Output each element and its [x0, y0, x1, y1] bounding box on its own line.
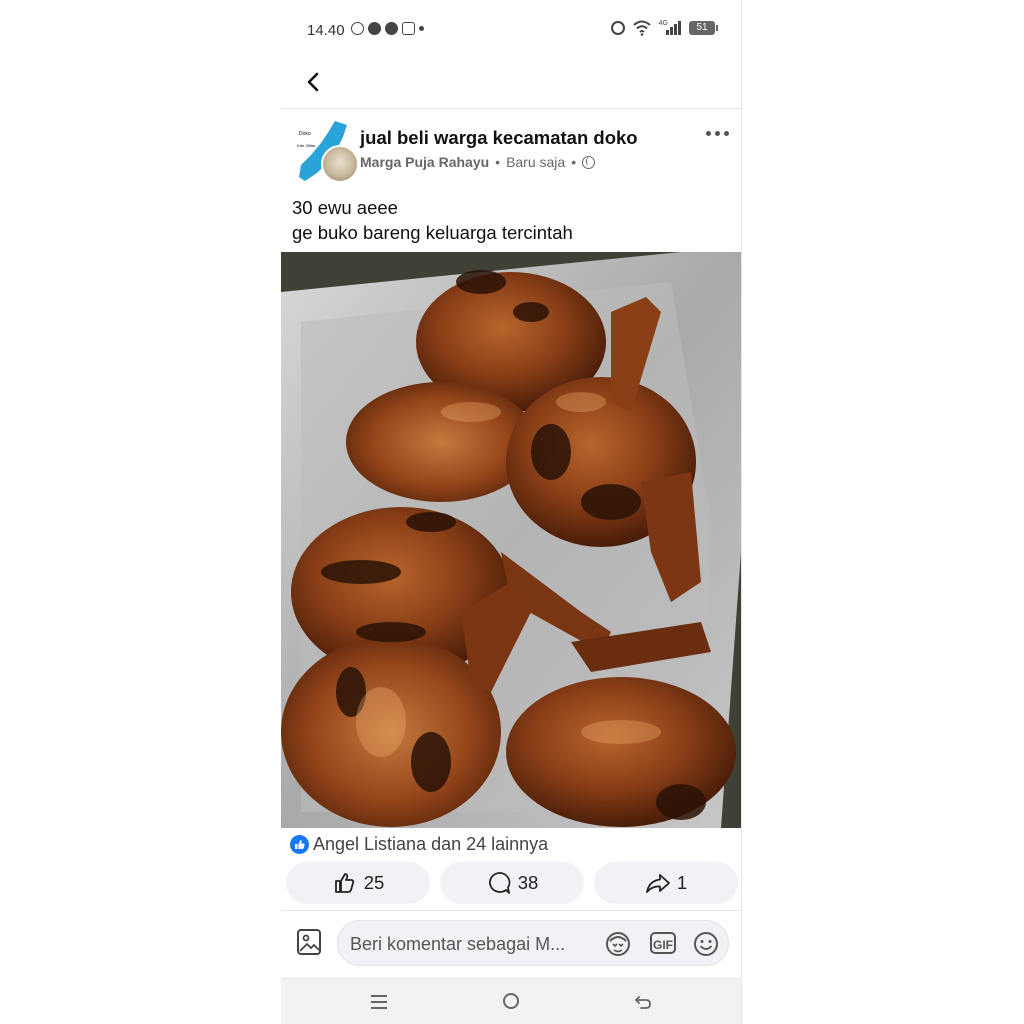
- post-header: Doko Kab. Blitar jual beli warga kecamat…: [281, 115, 741, 187]
- comment-input[interactable]: Beri komentar sebagai M... GIF: [337, 920, 729, 966]
- more-options-icon[interactable]: [706, 131, 729, 136]
- share-button[interactable]: 1: [594, 862, 738, 904]
- top-nav: [281, 60, 741, 109]
- phone-screen: 14.40 4G 51 Doko Kab. Blitar jual beli w…: [281, 0, 742, 1024]
- reactions-summary[interactable]: Angel Listiana dan 24 lainnya: [290, 832, 548, 856]
- comment-bar: Beri komentar sebagai M... GIF: [281, 916, 741, 972]
- post-text-line-1: 30 ewu aeee: [292, 197, 398, 218]
- chat-icon: [385, 22, 398, 35]
- gif-button[interactable]: GIF: [650, 932, 676, 954]
- home-icon[interactable]: [503, 993, 519, 1009]
- meta-separator-2: •: [571, 154, 577, 170]
- wifi-icon: [632, 20, 651, 36]
- meta-separator: •: [495, 154, 501, 170]
- map-label-doko: Doko: [299, 131, 311, 137]
- comment-button[interactable]: 38: [440, 862, 584, 904]
- network-type: 4G: [658, 20, 668, 27]
- system-icons: 4G 51: [610, 20, 718, 36]
- like-count: 25: [363, 872, 385, 893]
- post-meta: Marga Puja Rahayu • Baru saja •: [360, 154, 596, 170]
- divider: [281, 910, 741, 911]
- like-reaction-icon: [290, 834, 309, 854]
- cell-signal: 4G: [658, 20, 681, 35]
- photo-attach-icon[interactable]: [295, 926, 323, 958]
- notification-icons: [351, 22, 424, 35]
- post-text-line-2: ge buko bareng keluarga tercintah: [292, 222, 573, 243]
- system-back-icon[interactable]: [633, 991, 653, 1011]
- user-avatar[interactable]: [321, 145, 359, 183]
- status-time: 14.40: [307, 22, 345, 39]
- post-photo[interactable]: [281, 252, 741, 828]
- system-nav-bar: [281, 978, 741, 1024]
- alarm-icon: [610, 21, 625, 35]
- comment-icon: [488, 872, 511, 894]
- map-label-blitar: Kab. Blitar: [297, 143, 316, 148]
- like-button[interactable]: 25: [286, 862, 430, 904]
- share-count: 1: [676, 872, 688, 893]
- shopping-bag-icon: [402, 22, 415, 35]
- whatsapp-icon: [351, 22, 364, 35]
- status-bar: 14.40 4G 51: [281, 0, 741, 60]
- messenger-icon: [368, 22, 381, 35]
- comment-placeholder: Beri komentar sebagai M...: [350, 934, 566, 954]
- grilled-chicken-photo: [281, 252, 741, 828]
- group-name[interactable]: jual beli warga kecamatan doko: [360, 127, 638, 149]
- comment-count: 38: [517, 872, 539, 893]
- post-timestamp[interactable]: Baru saja: [506, 154, 565, 170]
- recent-apps-icon[interactable]: [371, 995, 387, 1009]
- author-name[interactable]: Marga Puja Rahayu: [360, 154, 489, 170]
- share-icon: [645, 874, 670, 893]
- battery-icon: 51: [689, 21, 718, 35]
- post-text: 30 ewu aeee ge buko bareng keluarga terc…: [292, 195, 732, 245]
- globe-icon: [582, 155, 596, 169]
- signal-icon: [666, 21, 681, 35]
- action-bar: 25 38 1: [286, 862, 738, 904]
- thumbs-up-icon: [334, 873, 354, 893]
- back-arrow-icon[interactable]: [299, 68, 327, 96]
- avatar-sticker-icon[interactable]: [604, 930, 632, 958]
- reactions-text: Angel Listiana dan 24 lainnya: [313, 833, 549, 854]
- more-notifications-icon: [419, 26, 424, 31]
- emoji-icon[interactable]: [692, 930, 720, 958]
